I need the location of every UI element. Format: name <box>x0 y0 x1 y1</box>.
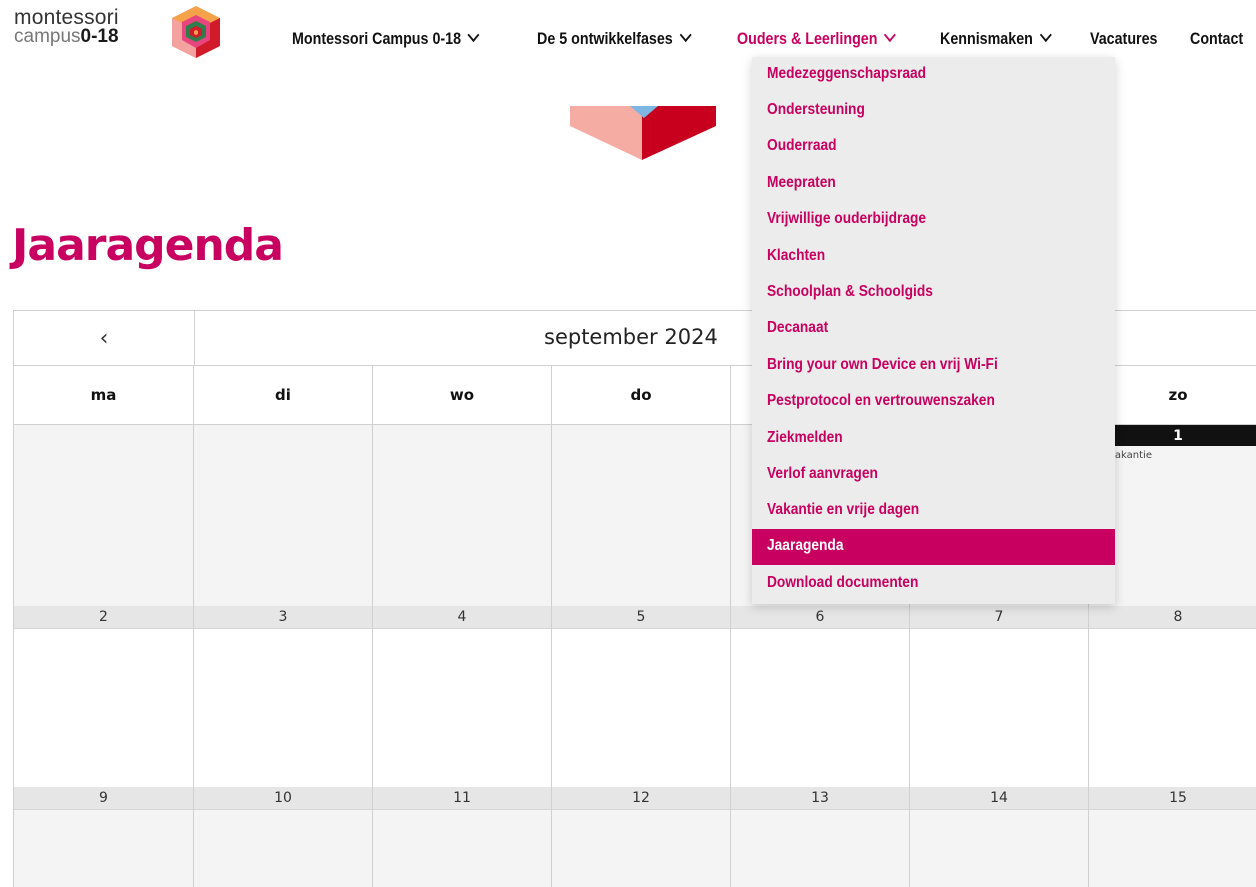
chevron-down-icon <box>1039 27 1052 43</box>
dropdown-item-klachten[interactable]: Klachten <box>752 239 1115 275</box>
chevron-down-icon <box>679 27 692 43</box>
calendar-day[interactable]: 3 <box>194 606 373 787</box>
logo-cube-icon <box>172 6 220 58</box>
site-logo[interactable]: montessori campus0-18 <box>14 6 224 76</box>
day-number: 2 <box>14 606 193 629</box>
calendar-day[interactable]: 9 <box>14 787 194 887</box>
dropdown-item-vakantie[interactable]: Vakantie en vrije dagen <box>752 493 1115 529</box>
day-number: 7 <box>910 606 1088 629</box>
day-number: 3 <box>194 606 372 629</box>
dropdown-item-byod[interactable]: Bring your own Device en vrij Wi-Fi <box>752 348 1115 384</box>
dropdown-item-download[interactable]: Download documenten <box>752 566 1115 602</box>
dropdown-item-verlof[interactable]: Verlof aanvragen <box>752 457 1115 493</box>
day-number: 11 <box>373 787 551 810</box>
nav-ouders-leerlingen[interactable]: Ouders & Leerlingen <box>737 27 896 49</box>
dropdown-item-meepraten[interactable]: Meepraten <box>752 166 1115 202</box>
calendar-day-empty <box>14 425 194 606</box>
calendar-day[interactable]: 4 <box>373 606 552 787</box>
dropdown-item-ouderbijdrage[interactable]: Vrijwillige ouderbijdrage <box>752 202 1115 238</box>
calendar-day-empty <box>373 425 552 606</box>
calendar-day-empty <box>194 425 373 606</box>
day-number: 6 <box>731 606 909 629</box>
nav-ontwikkelfases[interactable]: De 5 ontwikkelfases <box>537 27 692 49</box>
dropdown-item-ondersteuning[interactable]: Ondersteuning <box>752 93 1115 129</box>
nav-kennismaken[interactable]: Kennismaken <box>940 27 1052 49</box>
dropdown-item-ouderraad[interactable]: Ouderraad <box>752 129 1115 165</box>
dropdown-item-jaaragenda[interactable]: Jaaragenda <box>752 529 1115 565</box>
calendar-day[interactable]: 6 <box>731 606 910 787</box>
day-number: 9 <box>14 787 193 810</box>
day-number: 14 <box>910 787 1088 810</box>
calendar-day[interactable]: 13 <box>731 787 910 887</box>
calendar-week: 9 10 11 12 13 14 15 <box>13 787 1256 887</box>
logo-text: montessori campus0-18 <box>14 6 119 47</box>
calendar-week: 2 3 4 5 6 7 8 <box>13 606 1256 787</box>
calendar-day[interactable]: 2 <box>14 606 194 787</box>
day-number: 5 <box>552 606 730 629</box>
day-number: 15 <box>1089 787 1256 810</box>
day-number: 8 <box>1089 606 1256 629</box>
logo-line1: montessori <box>14 6 119 29</box>
weekday-label: do <box>552 366 731 425</box>
nav-contact[interactable]: Contact <box>1190 29 1243 49</box>
hero-cube-graphic <box>570 106 716 160</box>
chevron-down-icon <box>467 27 480 43</box>
calendar-day[interactable]: 10 <box>194 787 373 887</box>
page-title: Jaaragenda <box>12 220 284 271</box>
calendar-day[interactable]: 12 <box>552 787 731 887</box>
weekday-label: di <box>194 366 373 425</box>
day-number: 4 <box>373 606 551 629</box>
logo-line2: campus0-18 <box>14 26 119 47</box>
nav-vacatures[interactable]: Vacatures <box>1090 29 1157 49</box>
dropdown-item-ziekmelden[interactable]: Ziekmelden <box>752 421 1115 457</box>
day-number: 10 <box>194 787 372 810</box>
calendar-day[interactable]: 11 <box>373 787 552 887</box>
calendar-day[interactable]: 8 <box>1089 606 1256 787</box>
day-number: 13 <box>731 787 909 810</box>
calendar-day[interactable]: 7 <box>910 606 1089 787</box>
weekday-label: wo <box>373 366 552 425</box>
ouders-leerlingen-dropdown: Medezeggenschapsraad Ondersteuning Ouder… <box>752 57 1115 604</box>
calendar-day-empty <box>552 425 731 606</box>
calendar-day[interactable]: 14 <box>910 787 1089 887</box>
prev-month-button[interactable]: ‹ <box>14 311 195 365</box>
day-number: 12 <box>552 787 730 810</box>
dropdown-item-decanaat[interactable]: Decanaat <box>752 311 1115 347</box>
chevron-left-icon: ‹ <box>99 325 109 351</box>
nav-montessori-campus[interactable]: Montessori Campus 0-18 <box>292 27 480 49</box>
dropdown-item-medezeggenschapsraad[interactable]: Medezeggenschapsraad <box>752 57 1115 93</box>
dropdown-item-schoolplan[interactable]: Schoolplan & Schoolgids <box>752 275 1115 311</box>
calendar-day[interactable]: 15 <box>1089 787 1256 887</box>
chevron-down-icon <box>884 27 896 43</box>
calendar-day[interactable]: 5 <box>552 606 731 787</box>
weekday-label: ma <box>14 366 194 425</box>
dropdown-item-pestprotocol[interactable]: Pestprotocol en vertrouwenszaken <box>752 384 1115 420</box>
